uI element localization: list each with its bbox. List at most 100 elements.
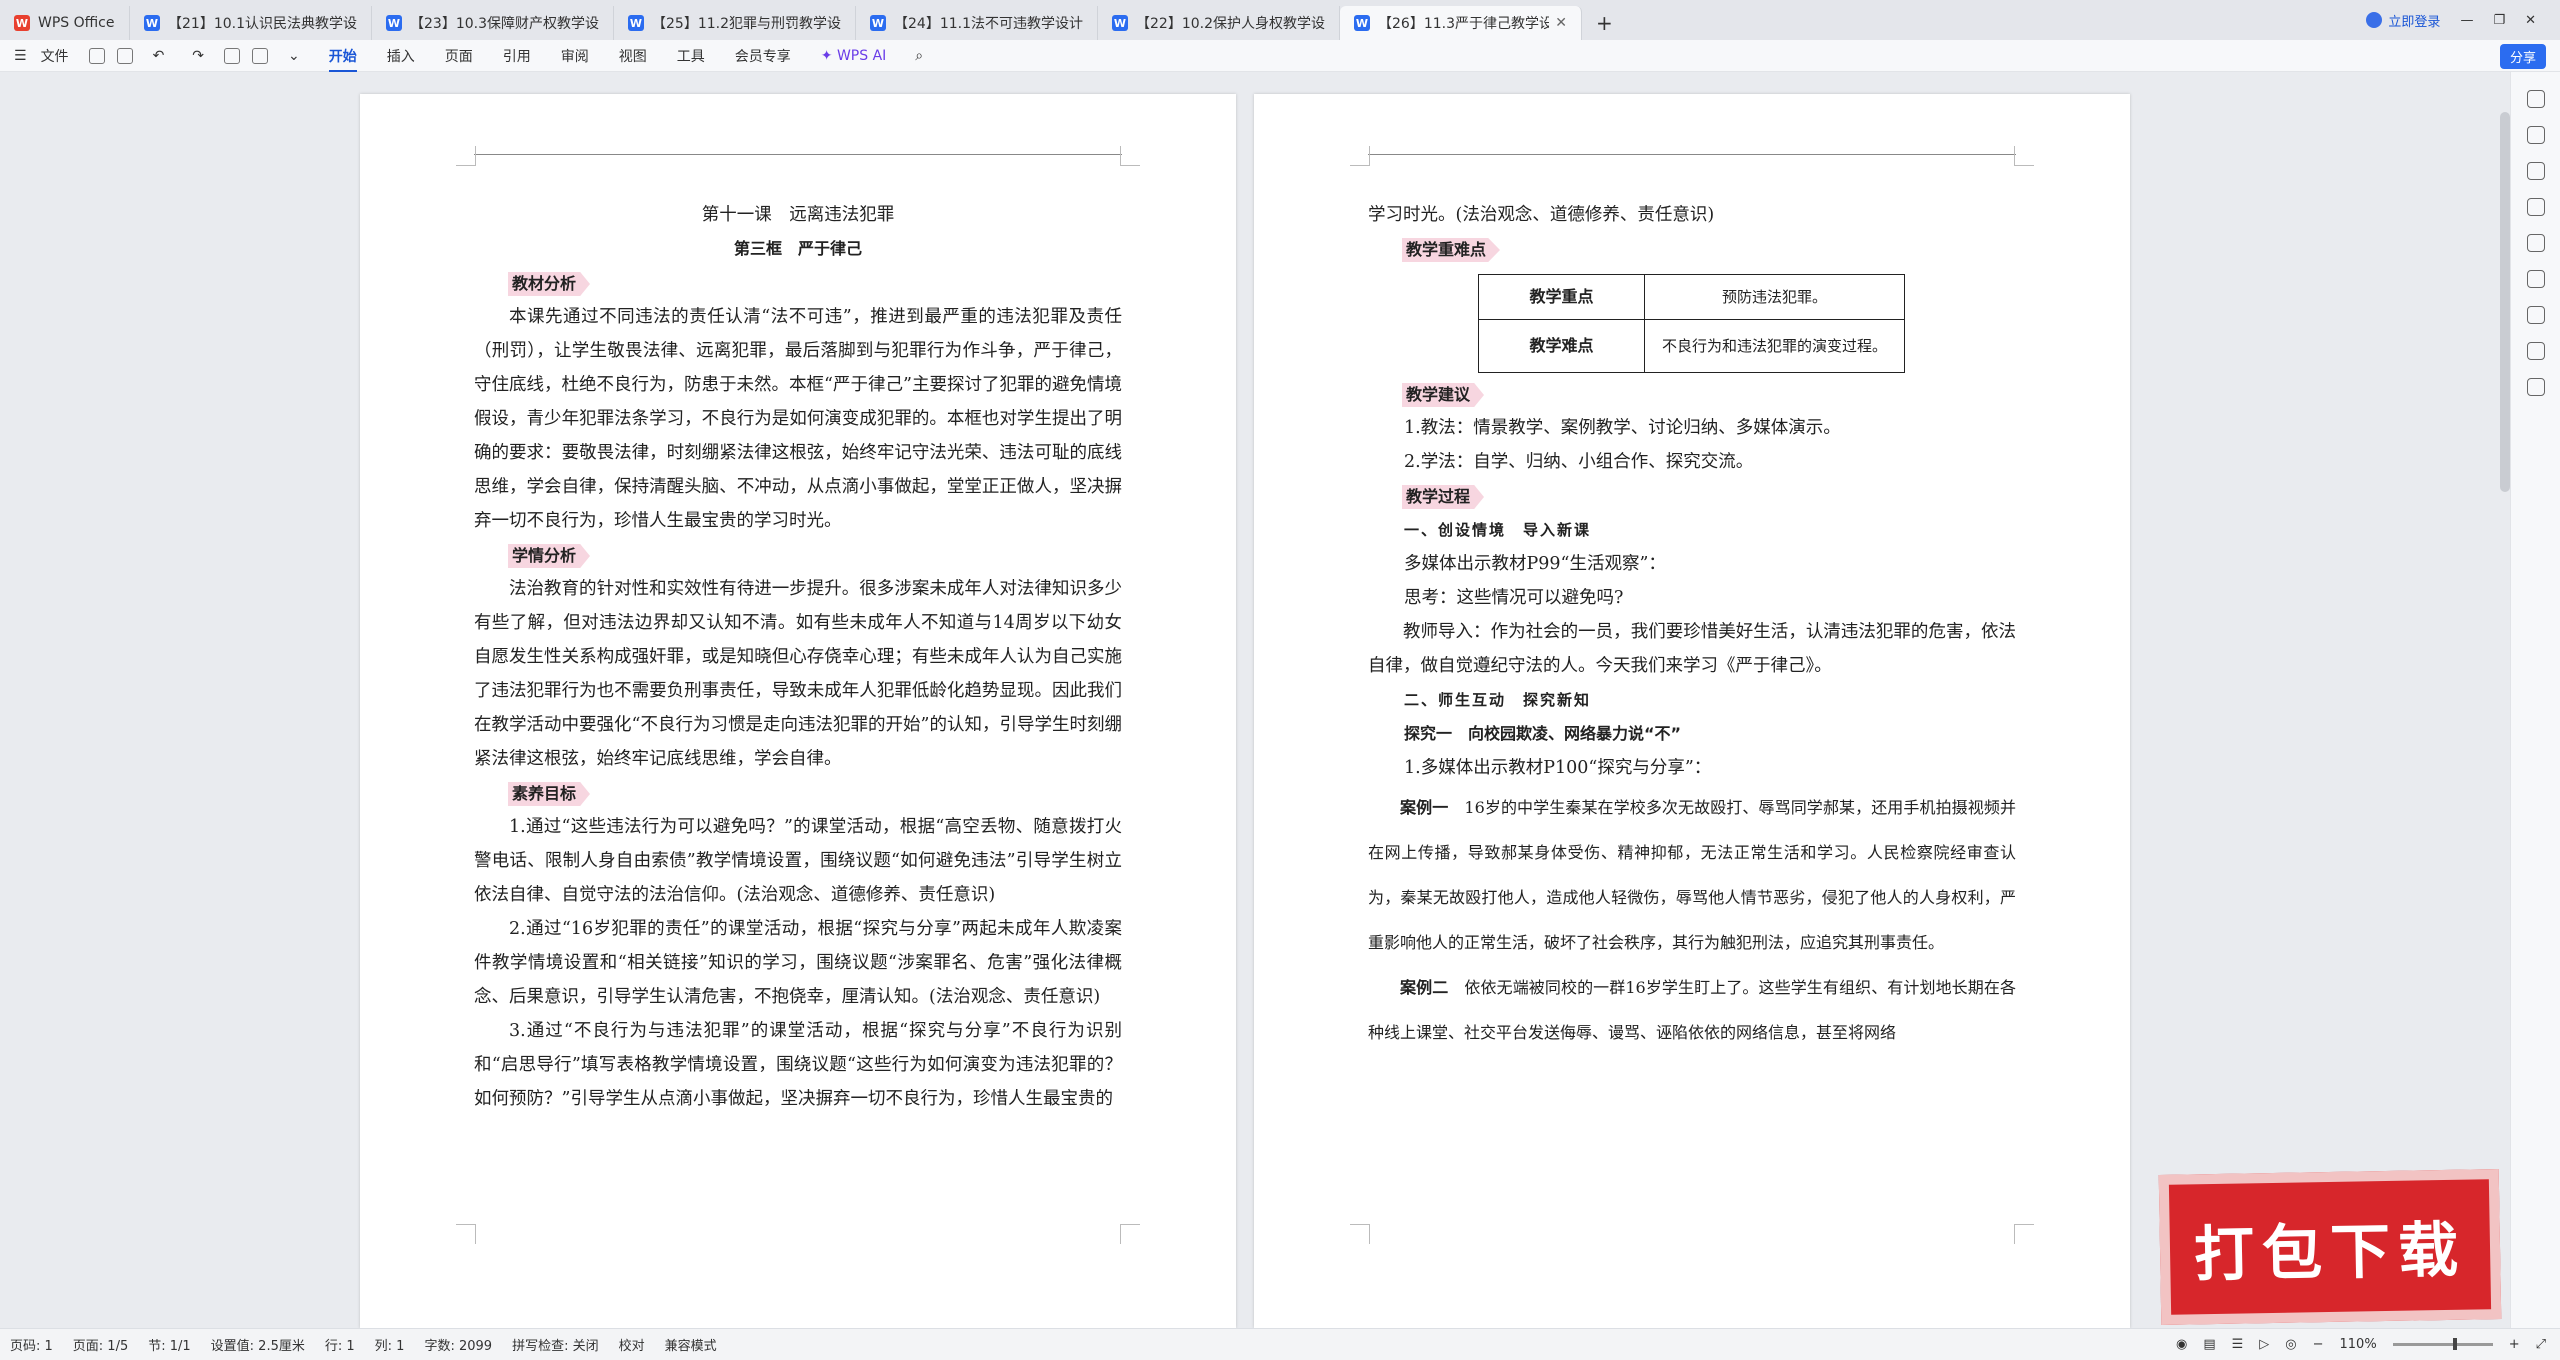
crop-mark xyxy=(2014,1224,2034,1244)
tab-bar: WWPS Office W【21】10.1认识民法典教学设计-2024 W【23… xyxy=(0,0,2560,40)
close-window-icon[interactable]: ✕ xyxy=(2525,13,2536,28)
image-icon[interactable] xyxy=(252,47,269,64)
ribbon-toolbar: ☰ 文件 ↶ ↷ ⌄ 开始 插入 页面 引用 审阅 视图 工具 会员专享 ✦ W… xyxy=(0,40,2560,72)
case-label: 案例二 xyxy=(1400,978,1449,997)
status-compat: 兼容模式 xyxy=(664,1339,717,1354)
tab-doc-24[interactable]: W【24】11.1法不可违教学设计-2024- xyxy=(856,6,1098,40)
crop-mark xyxy=(2014,146,2034,166)
page-1: 第十一课 远离违法犯罪 第三框 严于律己 教材分析 本课先通过不同违法的责任认清… xyxy=(360,94,1236,1328)
restore-icon[interactable]: ❐ xyxy=(2493,13,2505,28)
case-label: 案例一 xyxy=(1400,798,1449,817)
paragraph: 思考：这些情况可以避免吗? xyxy=(1404,588,1624,608)
paragraph: 本课先通过不同违法的责任认清“法不可违”，推进到最严重的违法犯罪及责任（刑罚），… xyxy=(474,307,1122,531)
heading-tag: 教学过程 xyxy=(1402,485,1485,509)
status-row[interactable]: 行: 1 xyxy=(325,1335,355,1354)
menu-reference[interactable]: 引用 xyxy=(503,46,531,66)
cloud-icon[interactable] xyxy=(2526,342,2545,360)
outline-icon[interactable]: ☰ xyxy=(2232,1337,2244,1352)
document-canvas[interactable]: ⋮⋮ 第十一课 远离违法犯罪 第三框 严于律己 教材分析 本课先通过不同违法的责… xyxy=(0,72,2510,1328)
table-row: 教学难点 不良行为和违法犯罪的演变过程。 xyxy=(1478,319,1905,373)
menu-view[interactable]: 视图 xyxy=(619,46,647,66)
collapse-icon[interactable] xyxy=(2526,90,2545,108)
menu-page[interactable]: 页面 xyxy=(445,46,473,66)
tools-icon[interactable] xyxy=(2526,270,2545,288)
close-icon[interactable]: ✕ xyxy=(1555,15,1567,31)
file-menu[interactable]: 文件 xyxy=(41,46,69,66)
zoom-slider-handle[interactable] xyxy=(2452,1338,2457,1350)
new-tab-button[interactable]: + xyxy=(1582,6,1627,40)
more-icon[interactable] xyxy=(2526,378,2545,396)
paragraph: 多媒体出示教材P99“生活观察”： xyxy=(1404,554,1666,574)
status-setting[interactable]: 设置值: 2.5厘米 xyxy=(211,1335,305,1354)
hamburger-icon[interactable]: ☰ xyxy=(14,48,27,64)
status-page[interactable]: 页码: 1 xyxy=(10,1335,53,1354)
scrollbar[interactable] xyxy=(2500,112,2510,492)
page-2: 学习时光。(法治观念、道德修养、责任意识) 教学重难点 教学重点 预防违法犯罪。… xyxy=(1254,94,2130,1328)
heading-tag: 教学建议 xyxy=(1402,383,1485,407)
redo-icon[interactable]: ↷ xyxy=(192,48,204,64)
style-icon[interactable] xyxy=(2526,234,2545,252)
menu-home[interactable]: 开始 xyxy=(328,40,357,72)
help-icon[interactable] xyxy=(2526,306,2545,324)
case-paragraph: 案例二 依依无端被同校的一群16岁学生盯上了。这些学生有组织、有计划地长期在各种… xyxy=(1368,965,2016,1055)
select-icon[interactable] xyxy=(2526,162,2545,180)
web-icon[interactable]: ◎ xyxy=(2285,1337,2296,1352)
status-proof[interactable]: 校对 xyxy=(619,1335,645,1354)
fit-icon[interactable]: ⤢ xyxy=(2536,1337,2546,1352)
share-button[interactable]: 分享 xyxy=(2499,44,2546,69)
page-body: 第十一课 远离违法犯罪 第三框 严于律己 教材分析 本课先通过不同违法的责任认清… xyxy=(474,198,1122,1116)
tab-doc-25[interactable]: W【25】11.2犯罪与刑罚教学设计-2024 xyxy=(614,6,856,40)
zoom-slider[interactable] xyxy=(2392,1338,2493,1350)
more-icon[interactable]: ⌄ xyxy=(288,48,300,64)
table-cell: 教学重点 xyxy=(1478,274,1645,320)
search-icon[interactable]: ⌕ xyxy=(915,48,923,64)
tab-doc-21[interactable]: W【21】10.1认识民法典教学设计-2024 xyxy=(130,6,372,40)
menu-insert[interactable]: 插入 xyxy=(387,46,415,66)
zoom-out-icon[interactable]: − xyxy=(2313,1337,2324,1352)
table-cell: 预防违法犯罪。 xyxy=(1644,274,1905,320)
undo-icon[interactable]: ↶ xyxy=(153,48,165,64)
heading-tag: 教学重难点 xyxy=(1402,238,1501,262)
status-pages[interactable]: 页面: 1/5 xyxy=(73,1335,128,1354)
word-doc-icon: W xyxy=(144,15,160,31)
word-doc-icon: W xyxy=(1354,15,1370,31)
eye-icon[interactable]: ◉ xyxy=(2176,1337,2187,1352)
format-painter-icon[interactable] xyxy=(224,47,241,64)
settings-icon[interactable] xyxy=(2526,198,2545,216)
word-doc-icon: W xyxy=(870,15,886,31)
status-col[interactable]: 列: 1 xyxy=(375,1335,405,1354)
tab-doc-26[interactable]: W 【26】11.3严于律己教学设计 ✕ xyxy=(1340,6,1582,40)
status-bar: 页码: 1 页面: 1/5 节: 1/1 设置值: 2.5厘米 行: 1 列: … xyxy=(0,1328,2560,1360)
tab-doc-23[interactable]: W【23】10.3保障财产权教学设计-2024 xyxy=(372,6,614,40)
login-button[interactable]: 立即登录 xyxy=(2366,11,2440,30)
zoom-level[interactable]: 110% xyxy=(2340,1337,2377,1352)
menu-member[interactable]: 会员专享 xyxy=(735,46,791,66)
edit-icon[interactable] xyxy=(2526,126,2545,144)
print-icon[interactable] xyxy=(116,47,133,64)
menu-review[interactable]: 审阅 xyxy=(561,46,589,66)
crop-mark xyxy=(1350,146,1370,166)
menu-wps-ai[interactable]: ✦ WPS AI xyxy=(821,48,887,64)
section-title: 第三框 严于律己 xyxy=(733,239,862,258)
case-text: 16岁的中学生秦某在学校多次无故殴打、辱骂同学郝某，还用手机拍摄视频并在网上传播… xyxy=(1368,798,2016,952)
tab-wps-office[interactable]: W WPS Office xyxy=(0,6,130,40)
word-doc-icon: W xyxy=(386,15,402,31)
promo-download-banner[interactable]: 打包下载 xyxy=(2158,1169,2502,1325)
minimize-icon[interactable]: — xyxy=(2460,13,2473,28)
play-icon[interactable]: ▷ xyxy=(2259,1337,2269,1352)
paragraph: 3.通过“不良行为与违法犯罪”的课堂活动，根据“探究与分享”不良行为识别和“启思… xyxy=(474,1021,1122,1109)
tab-doc-22[interactable]: W【22】10.2保护人身权教学设计-2024 xyxy=(1098,6,1340,40)
paragraph: 教师导入：作为社会的一员，我们要珍惜美好生活，认清违法犯罪的危害，依法自律，做自… xyxy=(1368,622,2016,676)
paragraph: 2.通过“16岁犯罪的责任”的课堂活动，根据“探究与分享”两起未成年人欺凌案件教… xyxy=(474,919,1122,1007)
page-view-icon[interactable]: ▤ xyxy=(2203,1337,2215,1352)
ai-icon: ✦ xyxy=(820,47,837,64)
key-points-table: 教学重点 预防违法犯罪。 教学难点 不良行为和违法犯罪的演变过程。 xyxy=(1478,274,1905,373)
zoom-in-icon[interactable]: + xyxy=(2509,1337,2520,1352)
status-words[interactable]: 字数: 2099 xyxy=(424,1335,492,1354)
status-spell[interactable]: 拼写检查: 关闭 xyxy=(512,1335,599,1354)
case-paragraph: 案例一 16岁的中学生秦某在学校多次无故殴打、辱骂同学郝某，还用手机拍摄视频并在… xyxy=(1368,785,2016,965)
save-icon[interactable] xyxy=(88,47,105,64)
paragraph: 1.通过“这些违法行为可以避免吗？”的课堂活动，根据“高空丢物、随意拨打火警电话… xyxy=(474,817,1122,905)
status-section[interactable]: 节: 1/1 xyxy=(148,1335,190,1354)
menu-tools[interactable]: 工具 xyxy=(677,46,705,66)
